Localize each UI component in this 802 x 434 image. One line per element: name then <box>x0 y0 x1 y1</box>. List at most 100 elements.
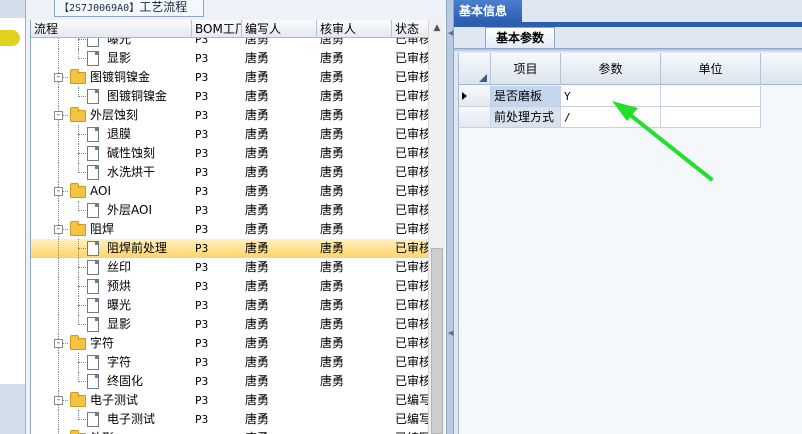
reviewer-cell[interactable]: 唐勇 <box>317 334 392 353</box>
writer-cell[interactable]: 唐勇 <box>242 391 317 410</box>
writer-cell[interactable]: 唐勇 <box>242 334 317 353</box>
tree-row[interactable]: 外层AOI P3 唐勇 唐勇 已审核 <box>31 201 429 220</box>
tree-row[interactable]: 显影 P3 唐勇 唐勇 已审核 <box>31 49 429 68</box>
reviewer-cell[interactable]: 唐勇 <box>317 163 392 182</box>
bom-factory-cell[interactable]: P3 <box>192 239 242 258</box>
writer-cell[interactable]: 唐勇 <box>242 277 317 296</box>
column-header-reviewer[interactable]: 核审人 <box>317 20 392 38</box>
writer-cell[interactable]: 唐勇 <box>242 68 317 87</box>
reviewer-cell[interactable] <box>317 410 392 429</box>
tab-basic-info[interactable]: 基本信息 <box>454 0 522 22</box>
writer-cell[interactable]: 唐勇 <box>242 220 317 239</box>
process-cell[interactable]: 显影 <box>31 315 192 334</box>
tree-row[interactable]: - 图镀铜镍金 P3 唐勇 唐勇 已审核 <box>31 68 429 87</box>
process-cell[interactable]: 碱性蚀刻 <box>31 144 192 163</box>
collapse-toggle-icon[interactable]: - <box>54 339 63 348</box>
writer-cell[interactable]: 唐勇 <box>242 201 317 220</box>
collapse-toggle-icon[interactable]: - <box>54 396 63 405</box>
writer-cell[interactable]: 唐勇 <box>242 258 317 277</box>
status-cell[interactable]: 已审核 <box>392 353 429 372</box>
param-row[interactable]: 是否磨板 Y <box>459 86 761 107</box>
bom-factory-cell[interactable]: P3 <box>192 125 242 144</box>
process-cell[interactable]: - 字符 <box>31 334 192 353</box>
bom-factory-cell[interactable]: P3 <box>192 49 242 68</box>
tree-vertical-scrollbar[interactable]: ▲ <box>428 20 445 434</box>
row-header[interactable] <box>459 107 491 128</box>
bom-factory-cell[interactable]: P3 <box>192 353 242 372</box>
column-header-process[interactable]: 流程 <box>31 20 192 38</box>
column-header-item[interactable]: 项目 <box>491 53 561 85</box>
status-cell[interactable]: 已审核 <box>392 68 429 87</box>
process-cell[interactable]: 字符 <box>31 353 192 372</box>
panel-splitter[interactable]: ◀ ◀ <box>446 0 454 434</box>
tree-row[interactable]: 终固化 P3 唐勇 唐勇 已审核 <box>31 372 429 391</box>
reviewer-cell[interactable]: 唐勇 <box>317 296 392 315</box>
status-cell[interactable]: 已审核 <box>392 49 429 68</box>
writer-cell[interactable]: 唐勇 <box>242 315 317 334</box>
tab-basic-params[interactable]: 基本参数 <box>485 27 555 48</box>
bom-factory-cell[interactable]: P3 <box>192 87 242 106</box>
bom-factory-cell[interactable]: P3 <box>192 258 242 277</box>
process-cell[interactable]: 预烘 <box>31 277 192 296</box>
tree-row[interactable]: 显影 P3 唐勇 唐勇 已审核 <box>31 315 429 334</box>
process-cell[interactable]: 外层AOI <box>31 201 192 220</box>
bom-factory-cell[interactable]: P3 <box>192 391 242 410</box>
process-cell[interactable]: 阻焊前处理 <box>31 239 192 258</box>
writer-cell[interactable]: 唐勇 <box>242 239 317 258</box>
process-cell[interactable]: 终固化 <box>31 372 192 391</box>
writer-cell[interactable]: 唐勇 <box>242 106 317 125</box>
status-cell[interactable]: 已审核 <box>392 87 429 106</box>
status-cell[interactable]: 已审核 <box>392 277 429 296</box>
process-cell[interactable]: -外形 <box>31 429 192 434</box>
status-cell[interactable]: 已编写 <box>392 410 429 429</box>
column-header-status[interactable]: 状态 <box>392 20 429 38</box>
process-cell[interactable]: 曝光 <box>31 296 192 315</box>
status-cell[interactable]: 已审核 <box>392 239 429 258</box>
tree-row[interactable]: 字符 P3 唐勇 唐勇 已审核 <box>31 353 429 372</box>
writer-cell[interactable]: 唐勇 <box>242 353 317 372</box>
column-header-bom-factory[interactable]: BOM工厂 <box>192 20 242 38</box>
tree-row[interactable]: - 电子测试 P3 唐勇 已编写 <box>31 391 429 410</box>
reviewer-cell[interactable]: 唐勇 <box>317 353 392 372</box>
tree-row[interactable]: - AOI P3 唐勇 唐勇 已审核 <box>31 182 429 201</box>
process-cell[interactable]: 丝印 <box>31 258 192 277</box>
tree-row[interactable]: 退膜 P3 唐勇 唐勇 已审核 <box>31 125 429 144</box>
tree-row[interactable]: 碱性蚀刻 P3 唐勇 唐勇 已审核 <box>31 144 429 163</box>
reviewer-cell[interactable] <box>317 429 392 434</box>
tree-row[interactable]: 阻焊前处理 P3 唐勇 唐勇 已审核 <box>31 239 429 258</box>
process-flow-tab[interactable]: 【2S7J0069A0】工艺流程 <box>54 0 204 17</box>
status-cell[interactable]: 已审核 <box>392 258 429 277</box>
status-cell[interactable]: 已编写 <box>392 429 429 434</box>
reviewer-cell[interactable]: 唐勇 <box>317 239 392 258</box>
writer-cell[interactable]: 唐勇 <box>242 144 317 163</box>
param-unit-cell[interactable] <box>661 107 761 128</box>
reviewer-cell[interactable]: 唐勇 <box>317 49 392 68</box>
process-cell[interactable]: - 外层蚀刻 <box>31 106 192 125</box>
status-cell[interactable]: 已审核 <box>392 106 429 125</box>
process-cell[interactable]: - 阻焊 <box>31 220 192 239</box>
reviewer-cell[interactable]: 唐勇 <box>317 106 392 125</box>
writer-cell[interactable]: 唐勇 <box>242 372 317 391</box>
reviewer-cell[interactable]: 唐勇 <box>317 315 392 334</box>
status-cell[interactable]: 已审核 <box>392 125 429 144</box>
reviewer-cell[interactable]: 唐勇 <box>317 144 392 163</box>
status-cell[interactable]: 已审核 <box>392 144 429 163</box>
param-value-cell[interactable]: Y <box>561 86 661 107</box>
tree-row[interactable]: 图镀铜镍金 P3 唐勇 唐勇 已审核 <box>31 87 429 106</box>
tree-row[interactable]: - 外层蚀刻 P3 唐勇 唐勇 已审核 <box>31 106 429 125</box>
reviewer-cell[interactable]: 唐勇 <box>317 277 392 296</box>
collapse-toggle-icon[interactable]: - <box>54 187 63 196</box>
bom-factory-cell[interactable]: P3 <box>192 410 242 429</box>
column-header-unit[interactable]: 单位 <box>661 53 761 85</box>
status-cell[interactable]: 已审核 <box>392 182 429 201</box>
writer-cell[interactable]: 唐勇 <box>242 163 317 182</box>
writer-cell[interactable]: 唐勇 <box>242 49 317 68</box>
tree-row[interactable]: 电子测试 P3 唐勇 已编写 <box>31 410 429 429</box>
reviewer-cell[interactable]: 唐勇 <box>317 125 392 144</box>
process-cell[interactable]: - 图镀铜镍金 <box>31 68 192 87</box>
writer-cell[interactable]: 唐勇 <box>242 410 317 429</box>
column-header-param[interactable]: 参数 <box>561 53 661 85</box>
tree-row[interactable]: 预烘 P3 唐勇 唐勇 已审核 <box>31 277 429 296</box>
bom-factory-cell[interactable]: P3 <box>192 106 242 125</box>
status-cell[interactable]: 已审核 <box>392 315 429 334</box>
